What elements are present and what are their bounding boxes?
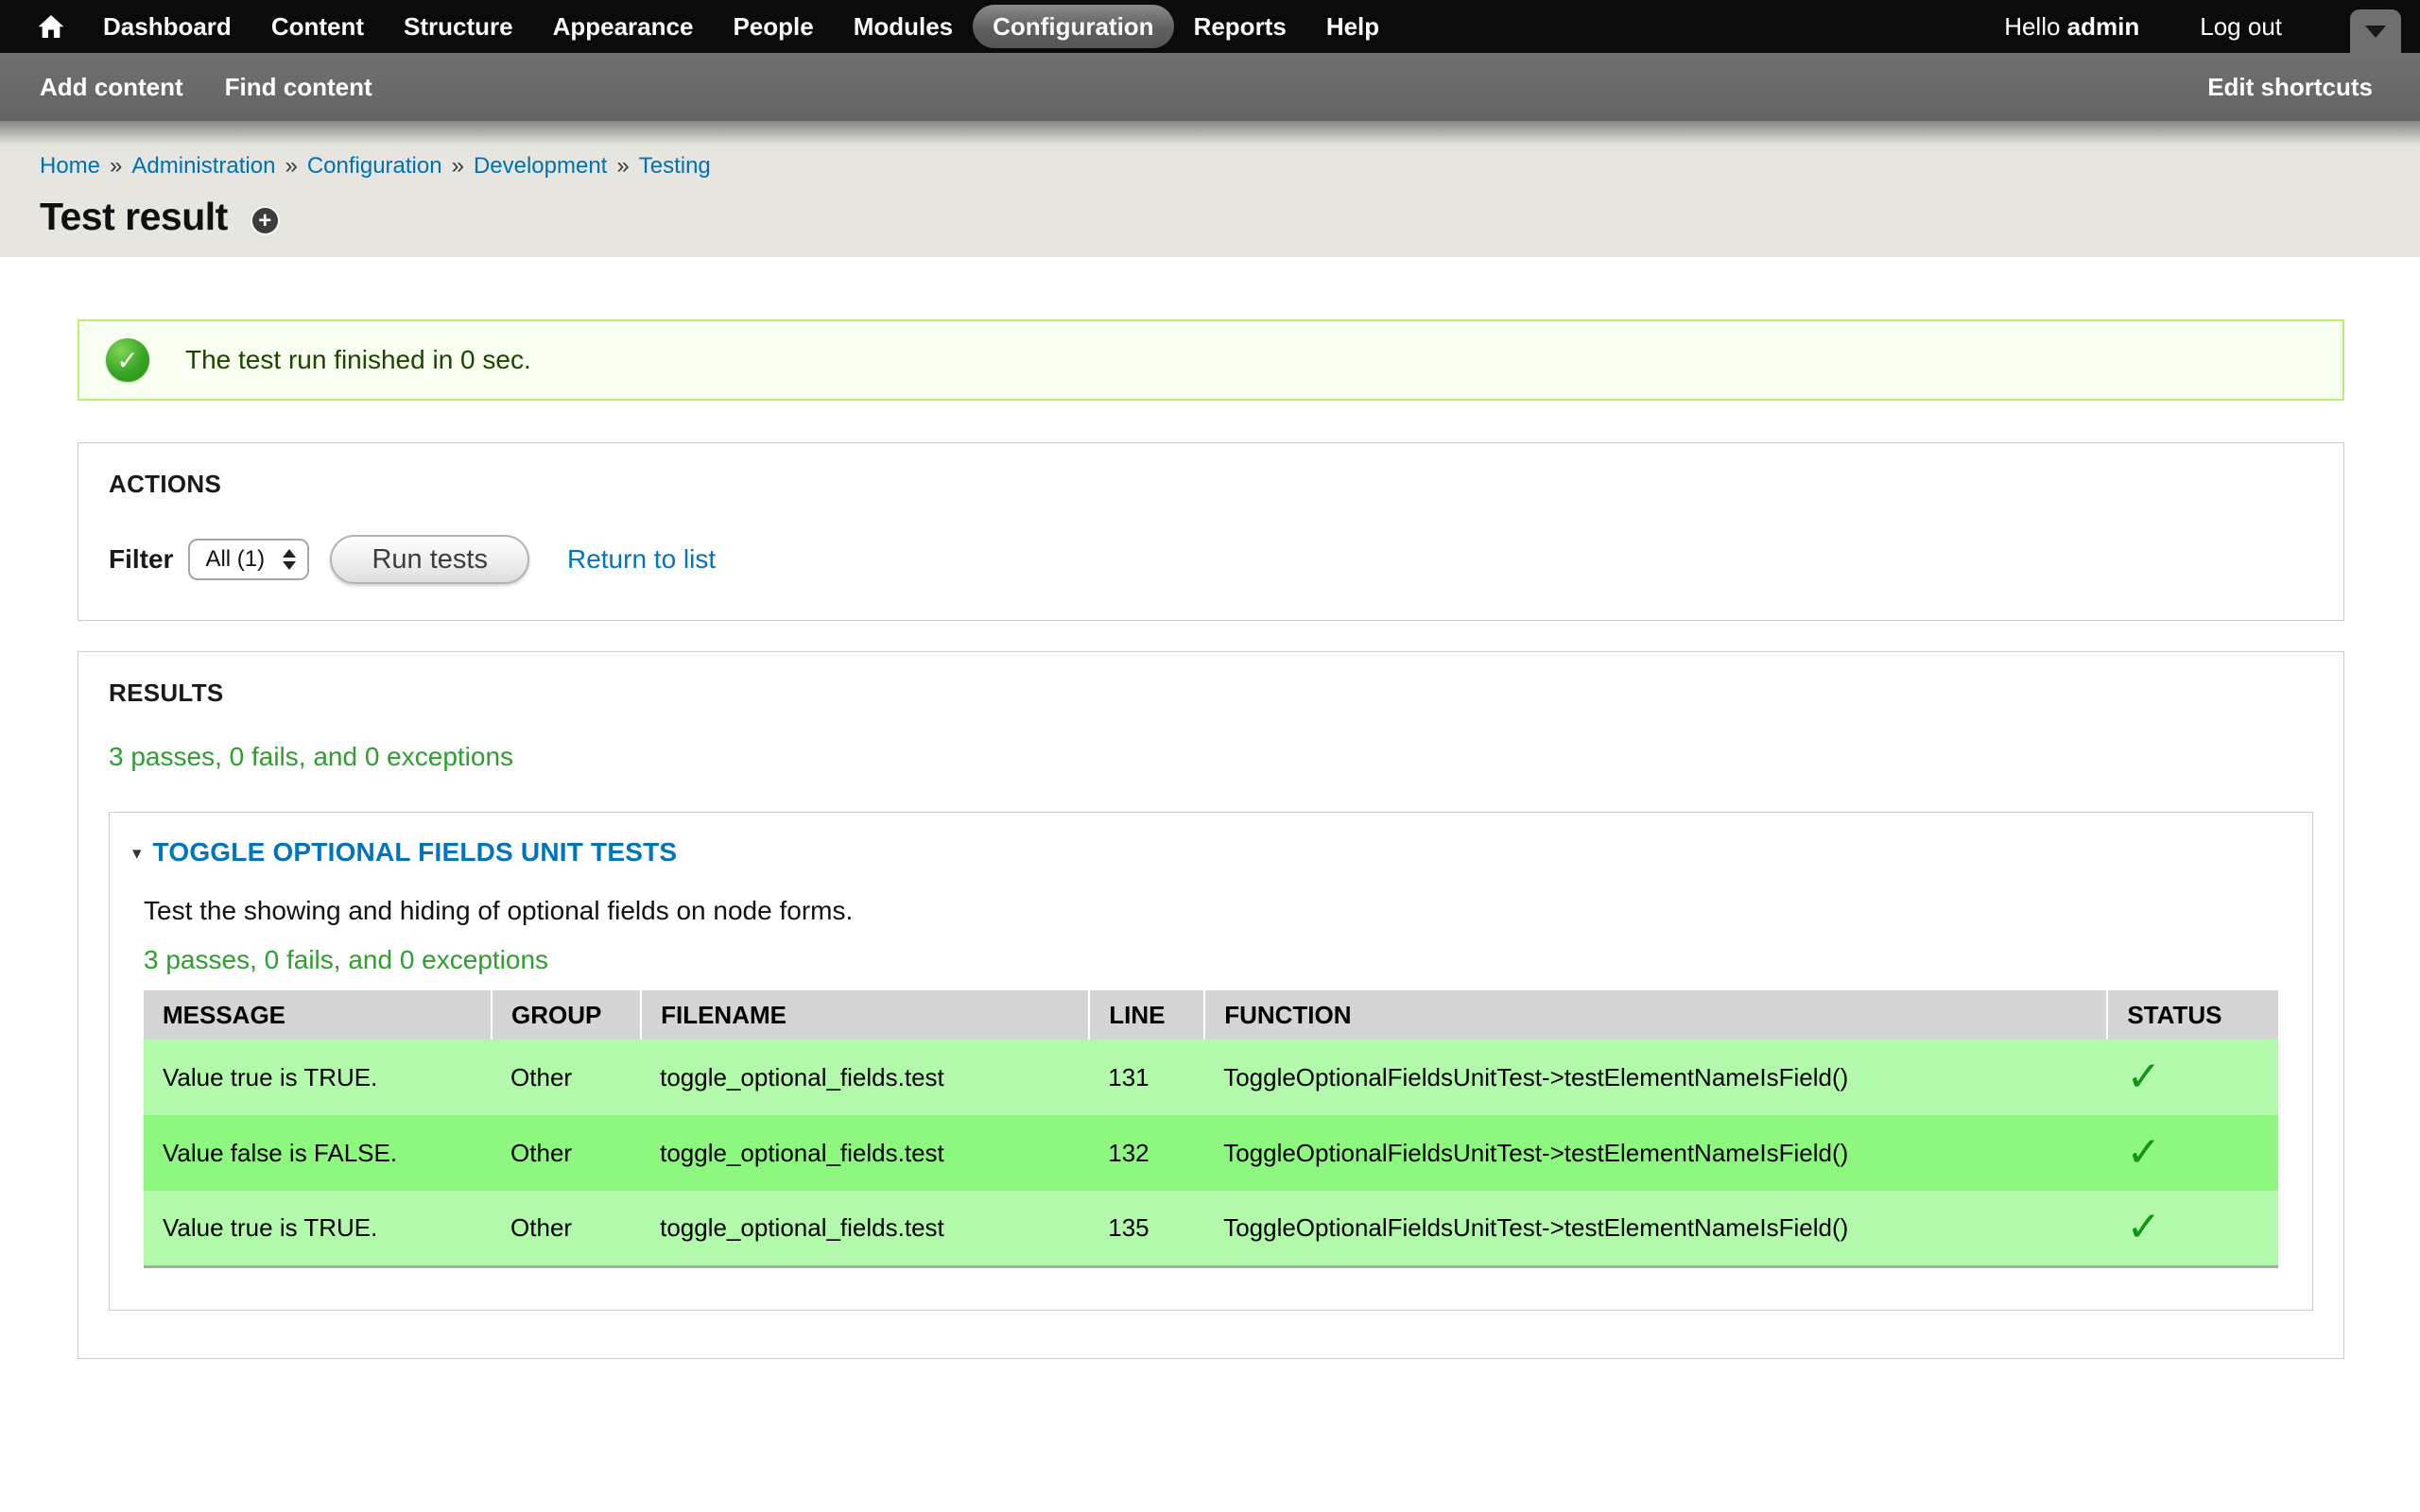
- username: admin: [2067, 12, 2140, 41]
- shortcut-bar: Add content Find content Edit shortcuts: [0, 53, 2420, 121]
- breadcrumb-development[interactable]: Development: [474, 153, 607, 179]
- actions-panel: ACTIONS Filter All (1) Run tests Return …: [78, 442, 2344, 621]
- test-group-title-link[interactable]: TOGGLE OPTIONAL FIELDS UNIT TESTS: [153, 837, 678, 868]
- breadcrumb-separator: »: [110, 153, 122, 179]
- user-greeting: Hello admin: [2004, 12, 2139, 42]
- cell-line: 131: [1089, 1040, 1204, 1115]
- toolbar-item-modules[interactable]: Modules: [834, 5, 973, 48]
- table-row: Value true is TRUE. Other toggle_optiona…: [144, 1040, 2278, 1115]
- cell-line: 132: [1089, 1115, 1204, 1191]
- pass-checkmark-icon: ✓: [2126, 1129, 2161, 1176]
- toolbar-item-dashboard[interactable]: Dashboard: [83, 5, 251, 48]
- toolbar-item-appearance[interactable]: Appearance: [533, 5, 714, 48]
- toolbar-item-people[interactable]: People: [713, 5, 833, 48]
- results-summary: 3 passes, 0 fails, and 0 exceptions: [109, 742, 2313, 772]
- shortcut-add-content[interactable]: Add content: [40, 73, 183, 102]
- home-icon: [36, 11, 66, 42]
- breadcrumb-separator: »: [285, 153, 297, 179]
- status-message: ✓ The test run finished in 0 sec.: [78, 319, 2344, 401]
- shortcut-find-content[interactable]: Find content: [225, 73, 372, 102]
- cell-status: ✓: [2107, 1040, 2278, 1115]
- cell-group: Other: [492, 1040, 641, 1115]
- cell-function: ToggleOptionalFieldsUnitTest->testElemen…: [1204, 1115, 2107, 1191]
- cell-filename: toggle_optional_fields.test: [641, 1115, 1089, 1191]
- column-header-function: FUNCTION: [1204, 990, 2107, 1040]
- column-header-message: MESSAGE: [144, 990, 492, 1040]
- return-to-list-link[interactable]: Return to list: [567, 544, 716, 575]
- run-tests-button[interactable]: Run tests: [330, 535, 529, 584]
- breadcrumb-administration[interactable]: Administration: [131, 153, 275, 179]
- page-title: Test result: [40, 195, 228, 239]
- cell-function: ToggleOptionalFieldsUnitTest->testElemen…: [1204, 1040, 2107, 1115]
- cell-message: Value true is TRUE.: [144, 1040, 492, 1115]
- toolbar-toggle-button[interactable]: [2350, 9, 2401, 53]
- edit-shortcuts-link[interactable]: Edit shortcuts: [2207, 73, 2373, 102]
- column-header-filename: FILENAME: [641, 990, 1089, 1040]
- toolbar-item-configuration[interactable]: Configuration: [973, 5, 1173, 48]
- test-group-fieldset: ▾ TOGGLE OPTIONAL FIELDS UNIT TESTS Test…: [109, 812, 2313, 1311]
- cell-message: Value true is TRUE.: [144, 1191, 492, 1266]
- status-message-text: The test run finished in 0 sec.: [185, 345, 531, 375]
- home-button[interactable]: [25, 0, 78, 53]
- cell-filename: toggle_optional_fields.test: [641, 1191, 1089, 1266]
- toolbar-item-structure[interactable]: Structure: [384, 5, 533, 48]
- breadcrumb-separator: »: [616, 153, 629, 179]
- pass-checkmark-icon: ✓: [2126, 1204, 2161, 1250]
- logout-link[interactable]: Log out: [2200, 12, 2282, 42]
- column-header-group: GROUP: [492, 990, 641, 1040]
- test-group-summary: 3 passes, 0 fails, and 0 exceptions: [144, 945, 2278, 975]
- breadcrumb-separator: »: [452, 153, 464, 179]
- column-header-status: STATUS: [2107, 990, 2278, 1040]
- filter-label: Filter: [109, 544, 173, 575]
- select-stepper-icon: [283, 549, 296, 570]
- test-group-description: Test the showing and hiding of optional …: [144, 896, 2278, 926]
- add-shortcut-icon[interactable]: +: [252, 208, 278, 233]
- cell-line: 135: [1089, 1191, 1204, 1266]
- actions-legend: ACTIONS: [109, 470, 2313, 499]
- check-circle-icon: ✓: [106, 338, 149, 382]
- toolbar-item-help[interactable]: Help: [1306, 5, 1399, 48]
- toolbar-menu: Dashboard Content Structure Appearance P…: [83, 0, 1399, 53]
- cell-function: ToggleOptionalFieldsUnitTest->testElemen…: [1204, 1191, 2107, 1266]
- collapse-triangle-icon: ▾: [132, 843, 142, 865]
- cell-group: Other: [492, 1191, 641, 1266]
- table-header-row: MESSAGE GROUP FILENAME LINE FUNCTION STA…: [144, 990, 2278, 1040]
- cell-message: Value false is FALSE.: [144, 1115, 492, 1191]
- column-header-line: LINE: [1089, 990, 1204, 1040]
- admin-toolbar: Dashboard Content Structure Appearance P…: [0, 0, 2420, 53]
- table-row: Value true is TRUE. Other toggle_optiona…: [144, 1191, 2278, 1266]
- cell-status: ✓: [2107, 1191, 2278, 1266]
- cell-group: Other: [492, 1115, 641, 1191]
- results-table: MESSAGE GROUP FILENAME LINE FUNCTION STA…: [144, 990, 2278, 1268]
- results-legend: RESULTS: [109, 679, 2313, 708]
- pass-checkmark-icon: ✓: [2126, 1054, 2161, 1100]
- breadcrumb: Home » Administration » Configuration » Develo…: [40, 121, 2380, 180]
- toolbar-item-reports[interactable]: Reports: [1174, 5, 1306, 48]
- toolbar-item-content[interactable]: Content: [251, 5, 384, 48]
- results-panel: RESULTS 3 passes, 0 fails, and 0 excepti…: [78, 651, 2344, 1359]
- breadcrumb-home[interactable]: Home: [40, 153, 100, 179]
- main-content: ✓ The test run finished in 0 sec. ACTION…: [0, 257, 2420, 1359]
- cell-status: ✓: [2107, 1115, 2278, 1191]
- cell-filename: toggle_optional_fields.test: [641, 1040, 1089, 1115]
- page-header: Home » Administration » Configuration » Develo…: [0, 121, 2420, 257]
- filter-select[interactable]: All (1): [188, 539, 309, 580]
- breadcrumb-configuration[interactable]: Configuration: [307, 153, 442, 179]
- table-row: Value false is FALSE. Other toggle_optio…: [144, 1115, 2278, 1191]
- filter-select-value: All (1): [205, 546, 265, 573]
- triangle-down-icon: [2365, 26, 2386, 38]
- breadcrumb-testing[interactable]: Testing: [639, 153, 711, 179]
